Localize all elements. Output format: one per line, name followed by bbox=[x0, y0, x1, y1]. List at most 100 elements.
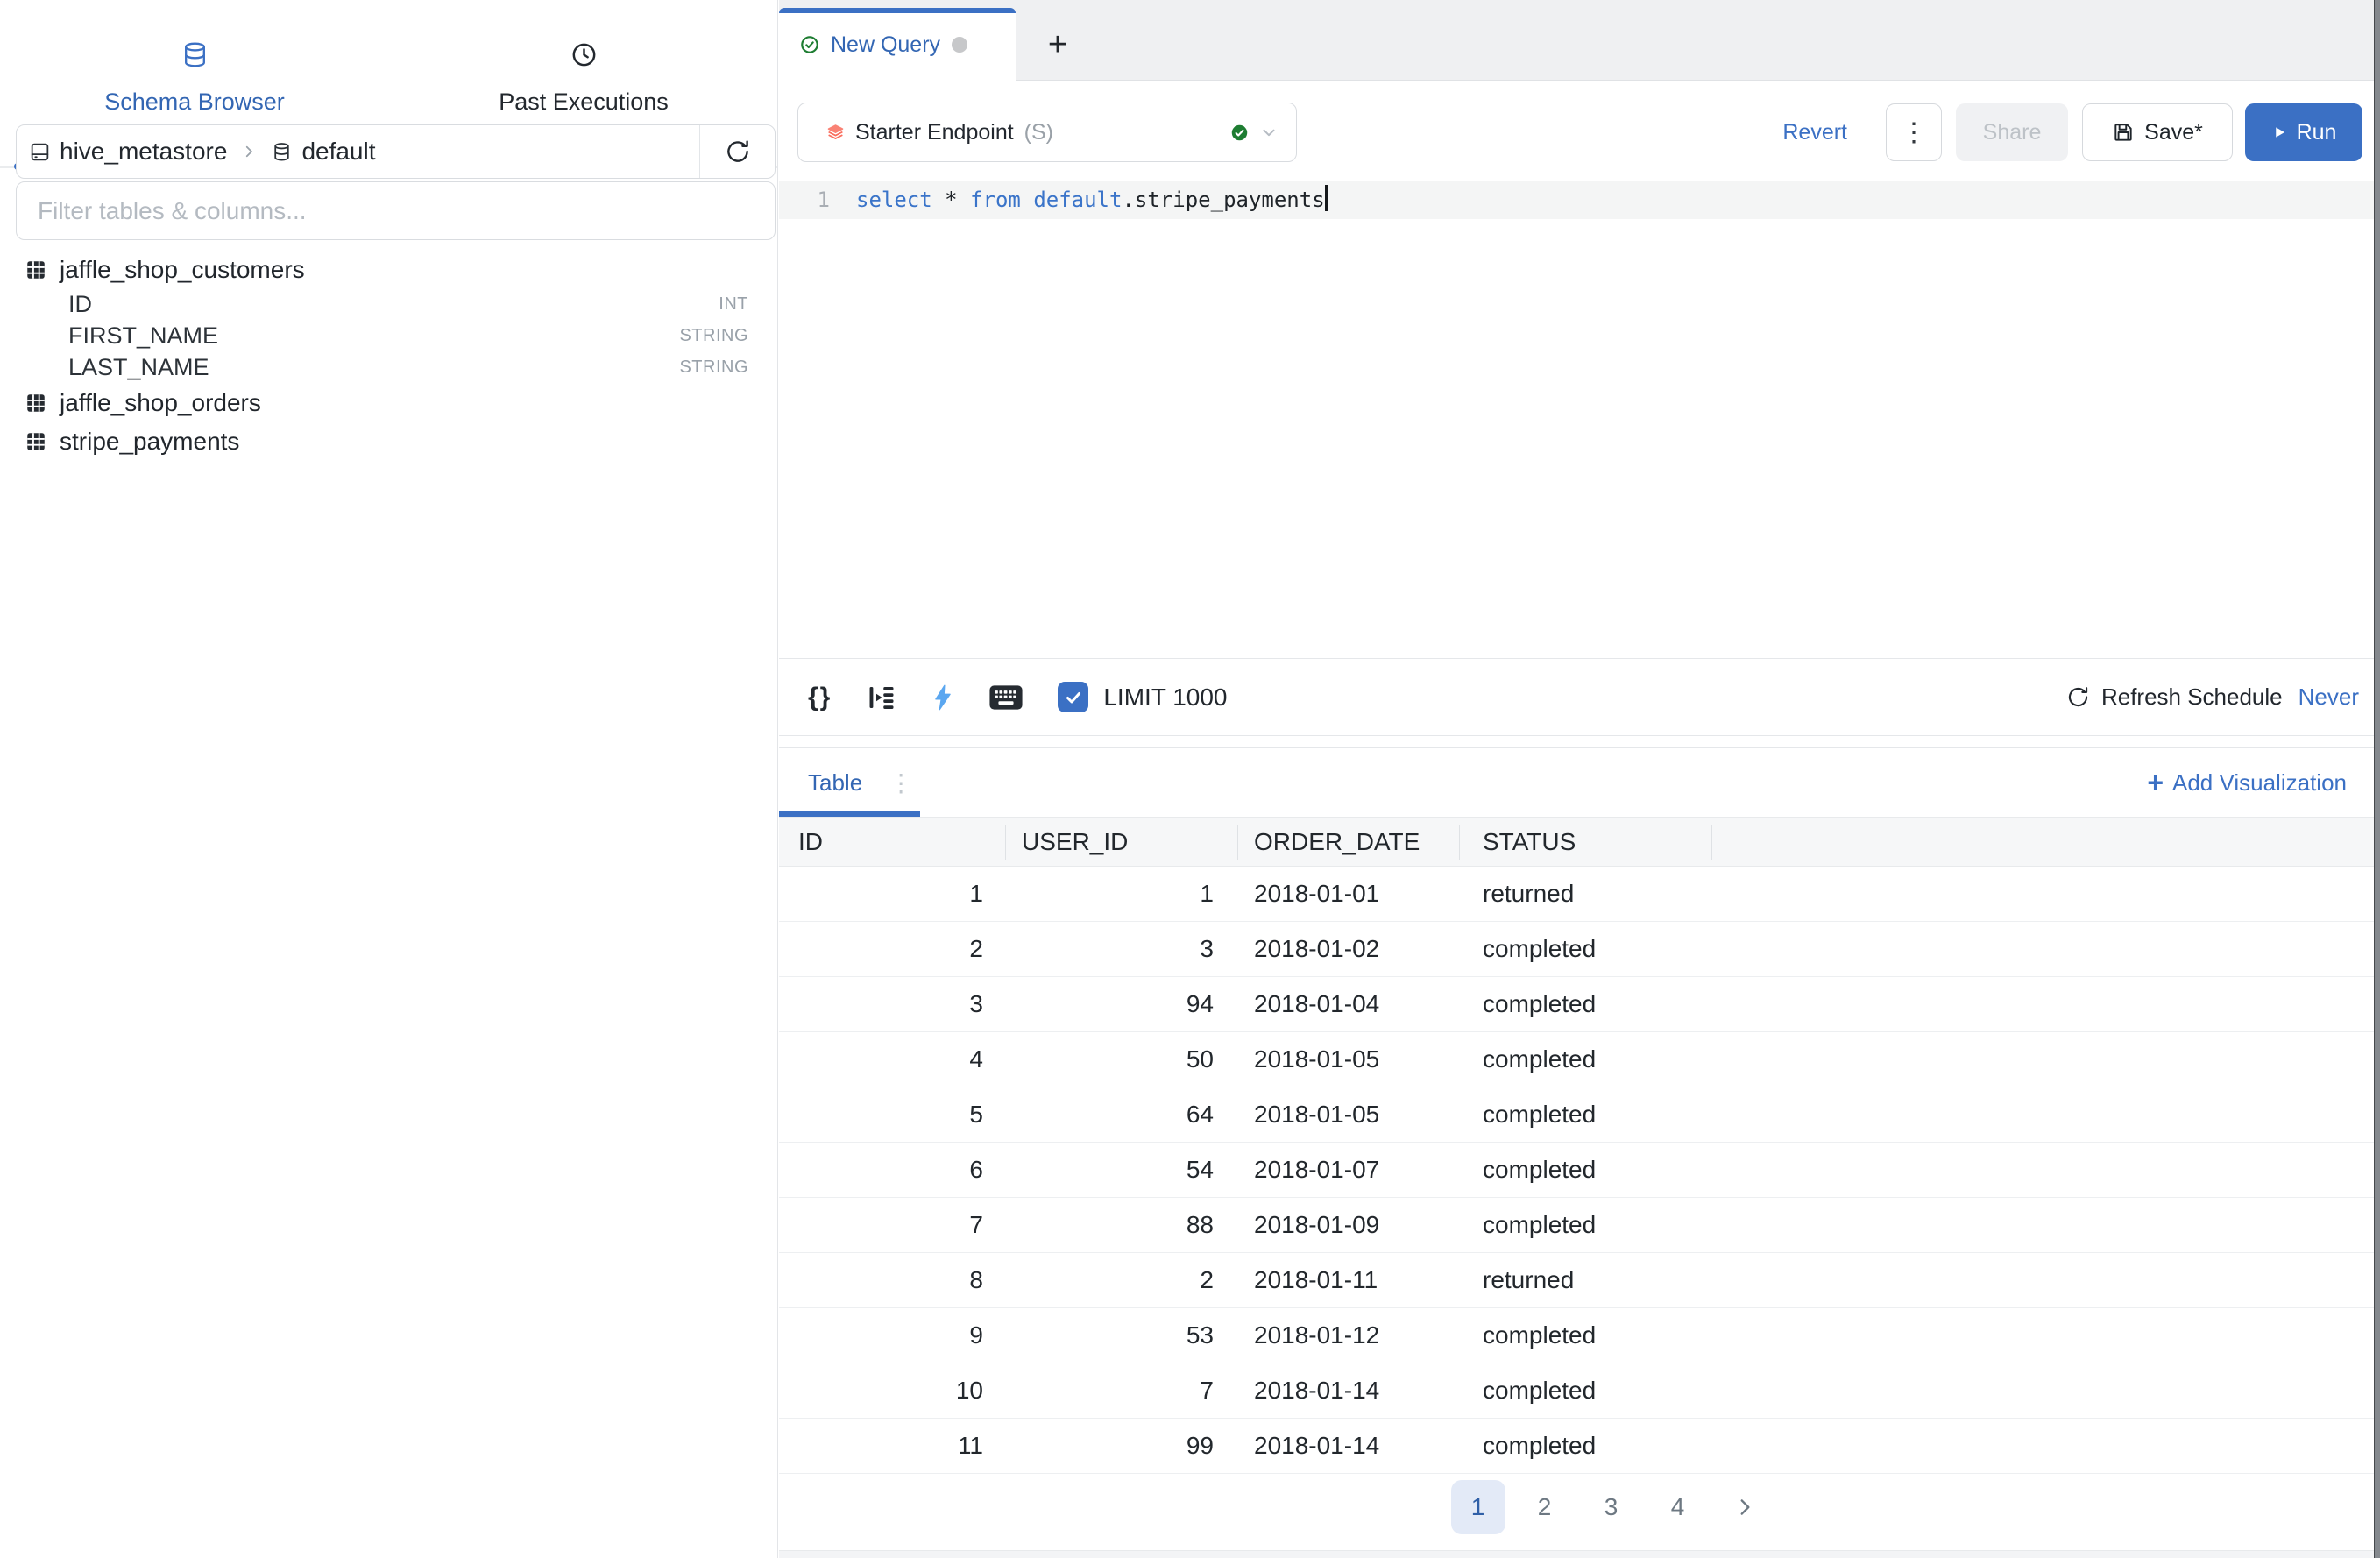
save-floppy-icon bbox=[2112, 121, 2135, 144]
cell-status: completed bbox=[1460, 1211, 1712, 1239]
main-panel: New Query + Starter Endpoint (S) bbox=[779, 0, 2380, 1558]
cell-id: 6 bbox=[779, 1156, 1006, 1184]
cell-id: 3 bbox=[779, 990, 1006, 1018]
page-button-4[interactable]: 4 bbox=[1651, 1480, 1705, 1534]
table-row: 822018-01-11returned bbox=[779, 1253, 2380, 1308]
page-button-1[interactable]: 1 bbox=[1451, 1480, 1505, 1534]
chevron-down-icon bbox=[1259, 123, 1279, 142]
run-button[interactable]: Run bbox=[2245, 103, 2362, 161]
revert-link[interactable]: Revert bbox=[1782, 120, 1847, 145]
column-name: ID bbox=[68, 291, 92, 318]
cell-id: 5 bbox=[779, 1101, 1006, 1129]
lightning-bolt-button[interactable] bbox=[931, 684, 954, 711]
refresh-cycle-icon bbox=[2066, 685, 2090, 709]
endpoint-layers-icon bbox=[826, 124, 845, 142]
cell-order-date: 2018-01-12 bbox=[1238, 1321, 1460, 1349]
cell-status: completed bbox=[1460, 935, 1712, 963]
bottom-strip bbox=[779, 1550, 2380, 1558]
cell-order-date: 2018-01-11 bbox=[1238, 1266, 1460, 1294]
catalog-icon bbox=[29, 141, 51, 163]
sql-text bbox=[1021, 188, 1033, 212]
results-column-headers: ID USER_ID ORDER_DATE STATUS bbox=[779, 817, 2380, 867]
filter-tables-input[interactable] bbox=[17, 182, 775, 239]
save-button-label: Save* bbox=[2144, 120, 2203, 145]
cell-order-date: 2018-01-05 bbox=[1238, 1101, 1460, 1129]
database-icon bbox=[181, 40, 209, 69]
refresh-schedule-value[interactable]: Never bbox=[2299, 683, 2359, 711]
cell-user-id: 54 bbox=[1006, 1156, 1238, 1184]
play-icon bbox=[2271, 124, 2287, 140]
table-columns: ID INT FIRST_NAME STRING LAST_NAME STRIN… bbox=[0, 288, 776, 383]
column-row-first-name[interactable]: FIRST_NAME STRING bbox=[0, 320, 776, 351]
endpoint-size: (S) bbox=[1024, 120, 1053, 145]
add-visualization-button[interactable]: + Add Visualization bbox=[2147, 748, 2347, 817]
unsaved-dot-icon bbox=[952, 37, 967, 53]
plus-icon: + bbox=[2147, 767, 2164, 799]
tab-new-query[interactable]: New Query bbox=[779, 8, 1016, 81]
tab-schema-browser-label: Schema Browser bbox=[104, 89, 285, 116]
cell-user-id: 50 bbox=[1006, 1045, 1238, 1073]
cell-user-id: 7 bbox=[1006, 1377, 1238, 1405]
page-button-2[interactable]: 2 bbox=[1518, 1480, 1572, 1534]
column-type: INT bbox=[719, 294, 748, 315]
table-row: 3942018-01-04completed bbox=[779, 977, 2380, 1032]
column-name: LAST_NAME bbox=[68, 354, 209, 381]
new-tab-button[interactable]: + bbox=[1033, 8, 1082, 81]
table-grid-icon bbox=[25, 258, 47, 281]
refresh-schema-button[interactable] bbox=[699, 125, 775, 178]
table-row: 7882018-01-09completed bbox=[779, 1198, 2380, 1253]
limit-toggle: LIMIT 1000 bbox=[1058, 682, 1227, 712]
table-row: 5642018-01-05completed bbox=[779, 1087, 2380, 1143]
cell-user-id: 1 bbox=[1006, 880, 1238, 908]
next-page-button[interactable] bbox=[1718, 1480, 1772, 1534]
tab-new-query-label: New Query bbox=[831, 32, 940, 58]
editor-code-line[interactable]: select * from default.stripe_payments bbox=[856, 181, 1328, 219]
query-tabbar: New Query + bbox=[779, 0, 2380, 81]
limit-checkbox[interactable] bbox=[1058, 682, 1088, 712]
query-actions: Revert ⋮ Share Save* bbox=[1782, 103, 2362, 162]
cell-order-date: 2018-01-07 bbox=[1238, 1156, 1460, 1184]
table-item-jaffle-shop-orders[interactable]: jaffle_shop_orders bbox=[0, 385, 776, 421]
share-button[interactable]: Share bbox=[1956, 103, 2068, 161]
page-button-3[interactable]: 3 bbox=[1584, 1480, 1639, 1534]
endpoint-name: Starter Endpoint bbox=[855, 120, 1014, 145]
column-header-user-id[interactable]: USER_ID bbox=[1006, 825, 1238, 860]
column-header-status[interactable]: STATUS bbox=[1460, 825, 1712, 860]
cell-user-id: 99 bbox=[1006, 1432, 1238, 1460]
cell-user-id: 3 bbox=[1006, 935, 1238, 963]
sql-keyword: from bbox=[970, 188, 1021, 212]
table-item-stripe-payments[interactable]: stripe_payments bbox=[0, 423, 776, 460]
keyboard-shortcuts-button[interactable] bbox=[988, 684, 1024, 711]
cell-user-id: 2 bbox=[1006, 1266, 1238, 1294]
check-circle-icon bbox=[800, 35, 819, 54]
breadcrumb-catalog[interactable]: hive_metastore bbox=[60, 138, 227, 166]
save-button[interactable]: Save* bbox=[2082, 103, 2233, 161]
history-clock-icon bbox=[570, 40, 599, 69]
column-type: STRING bbox=[679, 358, 748, 378]
sql-editor[interactable]: 1 select * from default.stripe_payments bbox=[779, 177, 2380, 658]
column-header-id[interactable]: ID bbox=[779, 825, 1006, 860]
column-header-order-date[interactable]: ORDER_DATE bbox=[1238, 825, 1460, 860]
table-item-jaffle-shop-customers[interactable]: jaffle_shop_customers bbox=[0, 251, 776, 288]
column-row-last-name[interactable]: LAST_NAME STRING bbox=[0, 351, 776, 383]
table-view-menu-button[interactable]: ⋮ bbox=[889, 768, 913, 797]
cell-id: 1 bbox=[779, 880, 1006, 908]
breadcrumb-schema[interactable]: default bbox=[301, 138, 375, 166]
table-row: 232018-01-02completed bbox=[779, 922, 2380, 977]
cell-status: completed bbox=[1460, 990, 1712, 1018]
auto-indent-button[interactable] bbox=[866, 682, 897, 713]
tab-table-view[interactable]: Table bbox=[808, 769, 862, 797]
breadcrumb[interactable]: hive_metastore default bbox=[17, 125, 699, 178]
cell-order-date: 2018-01-01 bbox=[1238, 880, 1460, 908]
table-row: 112018-01-01returned bbox=[779, 867, 2380, 922]
cell-id: 8 bbox=[779, 1266, 1006, 1294]
more-options-button[interactable]: ⋮ bbox=[1886, 103, 1942, 161]
refresh-schedule-label: Refresh Schedule bbox=[2101, 683, 2283, 711]
format-braces-button[interactable]: {} bbox=[808, 683, 832, 712]
cell-order-date: 2018-01-14 bbox=[1238, 1377, 1460, 1405]
endpoint-selector[interactable]: Starter Endpoint (S) bbox=[797, 103, 1297, 162]
cell-order-date: 2018-01-04 bbox=[1238, 990, 1460, 1018]
column-row-id[interactable]: ID INT bbox=[0, 288, 776, 320]
vertical-scrollbar[interactable] bbox=[2374, 0, 2380, 1558]
refresh-icon bbox=[725, 138, 751, 165]
